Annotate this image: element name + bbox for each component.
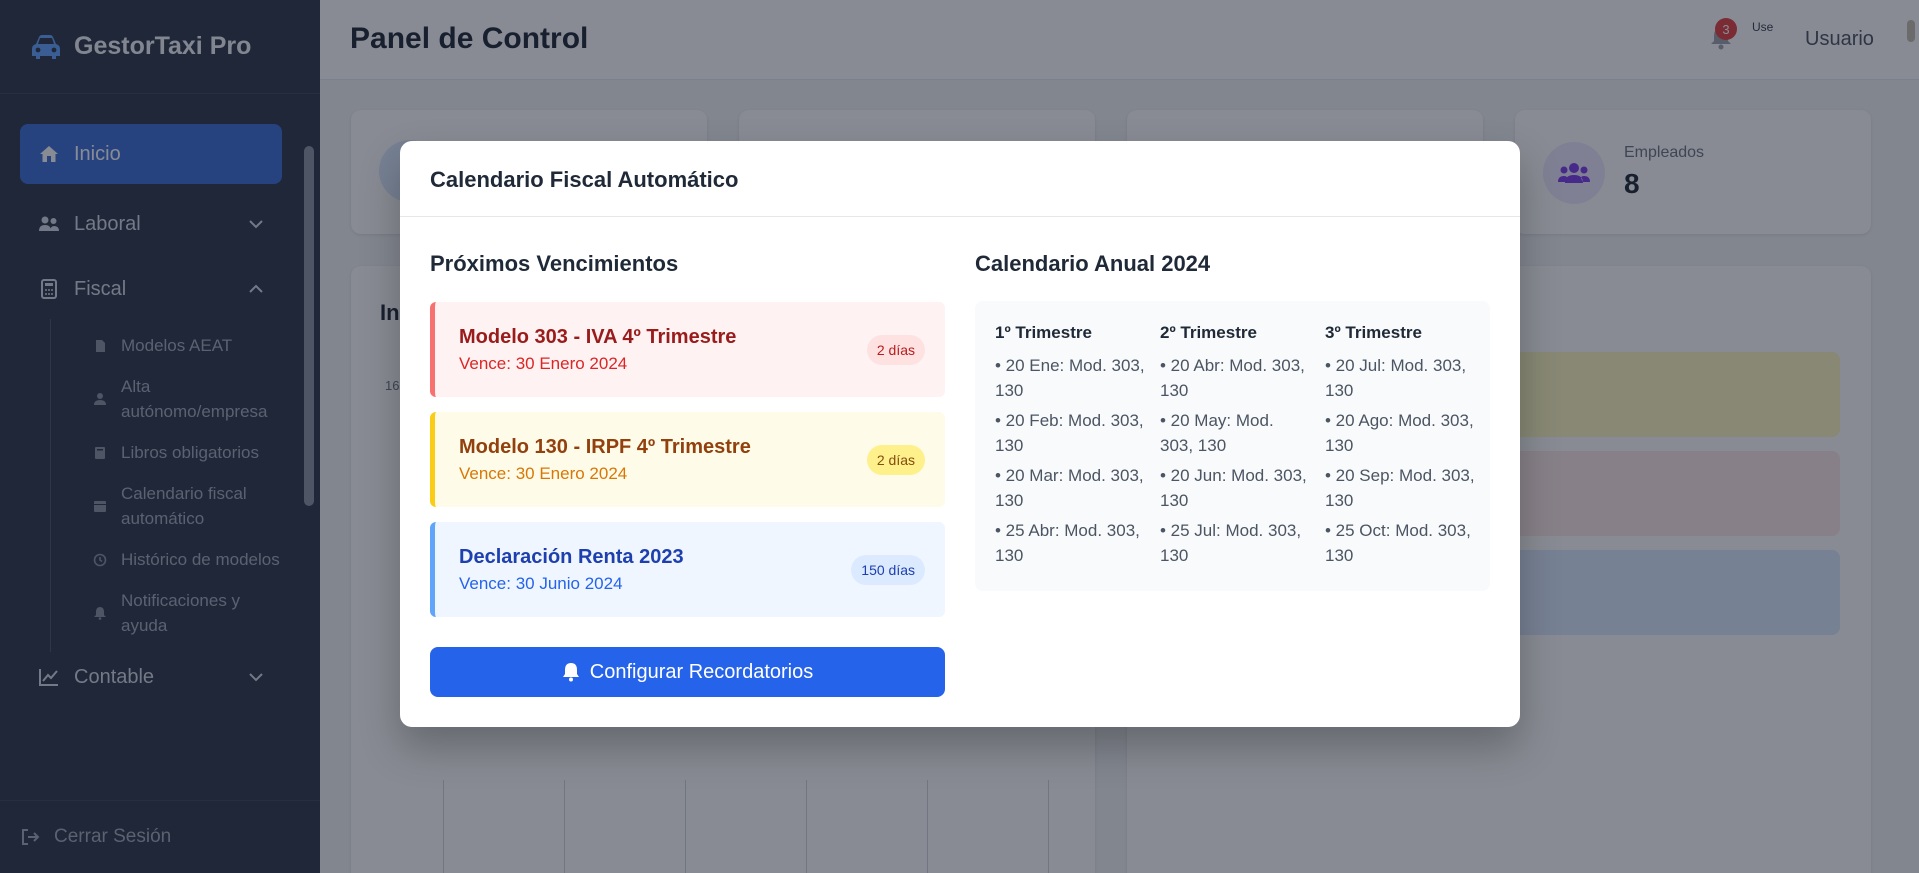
quarter-deadline: • 20 Mar: Mod. 303, 130 (995, 466, 1144, 510)
due-item-name: Modelo 303 - IVA 4º Trimestre (459, 326, 737, 348)
due-item[interactable]: Declaración Renta 2023 Vence: 30 Junio 2… (430, 522, 945, 617)
days-badge: 2 días (866, 335, 925, 365)
quarter-column: 1º Trimestre • 20 Ene: Mod. 303, 130 • 2… (995, 323, 1145, 573)
due-item-date: Vence: 30 Enero 2024 (459, 354, 628, 373)
quarter-deadline: • 20 Ene: Mod. 303, 130 (995, 356, 1145, 400)
upcoming-title: Próximos Vencimientos (430, 251, 679, 276)
configure-reminders-label: Configurar Recordatorios (589, 660, 814, 683)
page-scrollbar[interactable] (1903, 0, 1919, 873)
quarter-title: 3º Trimestre (1325, 323, 1422, 342)
quarter-column: 3º Trimestre • 20 Jul: Mod. 303, 130 • 2… (1325, 323, 1475, 573)
quarter-deadline: • 20 Jul: Mod. 303, 130 (1325, 356, 1467, 400)
quarter-deadline: • 20 Abr: Mod. 303, 130 (1160, 356, 1305, 400)
quarter-column: 2º Trimestre • 20 Abr: Mod. 303, 130 • 2… (1160, 323, 1310, 573)
quarter-deadline: • 20 Jun: Mod. 303, 130 (1160, 466, 1307, 510)
quarter-deadline: • 20 Ago: Mod. 303, 130 (1325, 411, 1474, 455)
bell-icon (562, 663, 579, 682)
due-item-date: Vence: 30 Enero 2024 (459, 464, 628, 483)
modal-header: Calendario Fiscal Automático (400, 141, 1520, 217)
quarter-title: 1º Trimestre (995, 323, 1092, 342)
due-item-name: Modelo 130 - IRPF 4º Trimestre (459, 436, 751, 458)
configure-reminders-button[interactable]: Configurar Recordatorios (430, 647, 945, 697)
quarter-deadline: • 25 Oct: Mod. 303, 130 (1325, 521, 1471, 565)
fiscal-calendar-modal: Calendario Fiscal Automático Próximos Ve… (400, 141, 1520, 727)
quarter-deadline: • 20 Sep: Mod. 303, 130 (1325, 466, 1475, 510)
quarter-deadline: • 20 May: Mod. 303, 130 (1160, 411, 1274, 455)
quarter-deadline: • 20 Feb: Mod. 303, 130 (995, 411, 1144, 455)
quarter-deadline: • 25 Abr: Mod. 303, 130 (995, 521, 1140, 565)
modal-title: Calendario Fiscal Automático (430, 167, 739, 192)
annual-calendar: 1º Trimestre • 20 Ene: Mod. 303, 130 • 2… (975, 301, 1490, 591)
scrollbar-thumb[interactable] (1907, 20, 1915, 42)
due-item-name: Declaración Renta 2023 (459, 546, 684, 568)
due-item[interactable]: Modelo 130 - IRPF 4º Trimestre Vence: 30… (430, 412, 945, 507)
quarter-deadline: • 25 Jul: Mod. 303, 130 (1160, 521, 1302, 565)
days-badge: 150 días (851, 555, 925, 585)
due-item[interactable]: Modelo 303 - IVA 4º Trimestre Vence: 30 … (430, 302, 945, 397)
quarter-title: 2º Trimestre (1160, 323, 1257, 342)
days-badge: 2 días (866, 445, 925, 475)
annual-calendar-title: Calendario Anual 2024 (975, 251, 1211, 276)
due-item-date: Vence: 30 Junio 2024 (459, 574, 623, 593)
